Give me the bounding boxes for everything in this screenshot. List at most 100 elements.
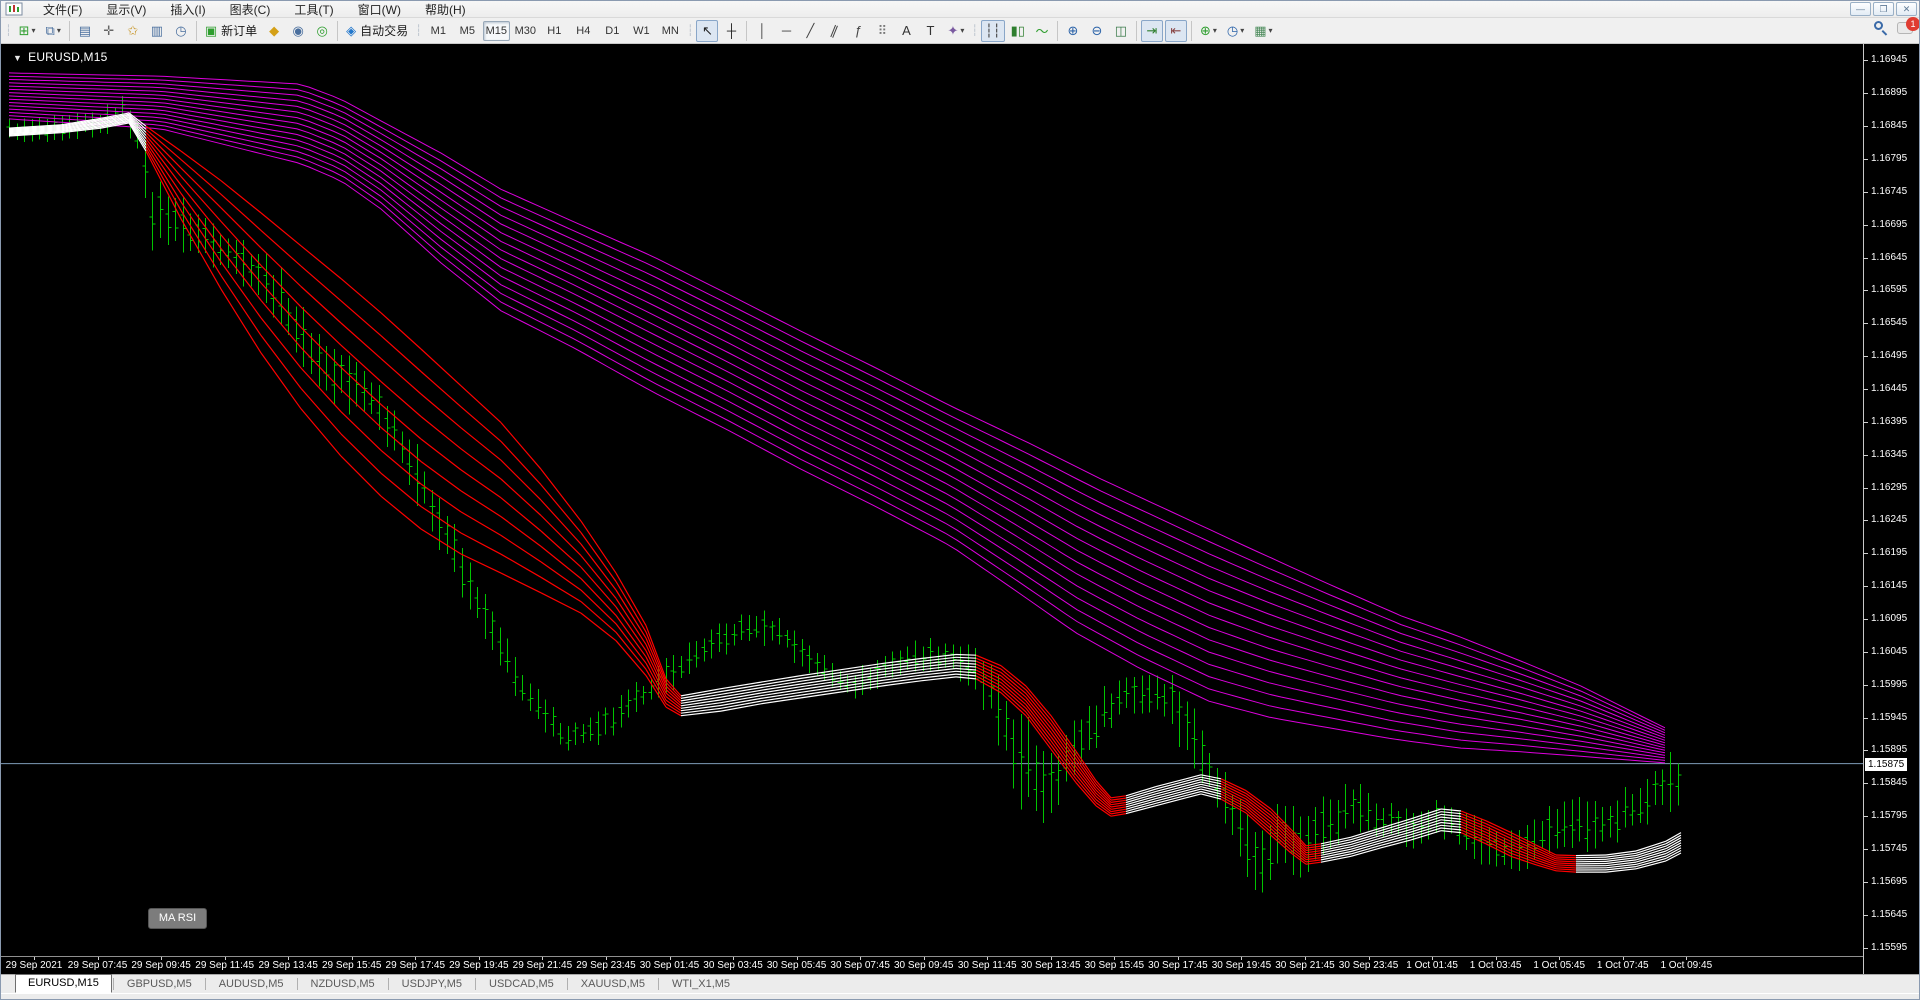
indicators-icon[interactable]: ⊕ ▾ xyxy=(1196,20,1221,42)
close-button[interactable]: ✕ xyxy=(1896,2,1917,16)
new-order-icon[interactable]: ▣ 新订单 xyxy=(201,20,261,42)
timeframe-m30[interactable]: M30 xyxy=(512,21,539,41)
label-icon[interactable]: T xyxy=(919,20,941,42)
fast-ma-ribbon-segment xyxy=(1110,795,1127,799)
terminal-icon[interactable]: ▥ xyxy=(146,20,168,42)
metaeditor-icon[interactable]: ◆ xyxy=(263,20,285,42)
tab-usdcad[interactable]: USDCAD,M5 xyxy=(477,976,566,993)
symbol-label[interactable]: ▼ EURUSD,M15 xyxy=(13,50,107,64)
menu-5[interactable]: 窗口(W) xyxy=(346,2,413,18)
chart-plot[interactable] xyxy=(1,45,1863,956)
ma-rsi-button[interactable]: MA RSI xyxy=(148,908,207,929)
timeframe-m5[interactable]: M5 xyxy=(454,21,481,41)
new-chart-icon[interactable]: ⊞ ▾ xyxy=(15,20,40,42)
fibonacci-icon[interactable]: ƒ xyxy=(847,20,869,42)
bar-chart-icon[interactable]: ┆┆ xyxy=(980,19,1005,42)
auto-scroll-icon[interactable]: ⇥ xyxy=(1140,19,1163,42)
timeframe-h1[interactable]: H1 xyxy=(541,21,568,41)
fast-ma-ribbon-segment xyxy=(220,288,262,354)
menu-2[interactable]: 插入(I) xyxy=(158,2,217,18)
toolbar-separator xyxy=(1056,20,1058,41)
horizontal-line-icon[interactable]: ─ xyxy=(775,20,797,42)
price-tick xyxy=(1863,783,1868,785)
new-chart-icon: ⊞ xyxy=(18,22,30,38)
templates-icon[interactable]: ▦ ▾ xyxy=(1250,20,1276,42)
fast-ma-ribbon-segment xyxy=(1350,839,1382,850)
chat-icon[interactable]: 1 xyxy=(1897,16,1919,34)
tab-xauusd[interactable]: XAUUSD,M5 xyxy=(569,976,657,993)
strategy-tester-icon[interactable]: ◷ xyxy=(170,20,192,42)
menu-6[interactable]: 帮助(H) xyxy=(413,2,478,18)
price-label: 1.16495 xyxy=(1871,350,1908,362)
signals-icon[interactable]: ◎ xyxy=(311,20,333,42)
tile-windows-icon[interactable]: ◫ xyxy=(1110,20,1132,42)
profiles-icon[interactable]: ⧉ ▾ xyxy=(42,20,65,42)
tab-usdjpy[interactable]: USDJPY,M5 xyxy=(390,976,474,993)
tab-wti_x1[interactable]: WTI_X1,M5 xyxy=(660,976,742,993)
channel-icon[interactable]: ∥ xyxy=(823,20,845,42)
tab-audusd[interactable]: AUDUSD,M5 xyxy=(207,976,296,993)
tab-divider xyxy=(296,978,298,990)
menu-3[interactable]: 图表(C) xyxy=(218,2,283,18)
status-bar xyxy=(1,993,1919,999)
tab-eurusd[interactable]: EURUSD,M15 xyxy=(15,974,112,993)
periods-icon: ◷ xyxy=(1226,22,1239,38)
tab-nzdusd[interactable]: NZDUSD,M5 xyxy=(299,976,387,993)
line-chart-icon[interactable]: 〜 xyxy=(1031,20,1053,42)
time-label: 30 Sep 05:45 xyxy=(766,960,827,971)
vertical-line-icon[interactable]: │ xyxy=(751,20,773,42)
timeframe-w1[interactable]: W1 xyxy=(628,21,655,41)
fast-ma-ribbon-segment xyxy=(880,674,922,682)
navigator-icon[interactable]: ✩ xyxy=(122,20,144,42)
time-label: 30 Sep 07:45 xyxy=(830,960,890,971)
fast-ma-ribbon-segment xyxy=(340,411,382,451)
zoom-out-icon[interactable]: ⊖ xyxy=(1086,20,1108,42)
minimize-button[interactable]: — xyxy=(1850,2,1871,16)
cursor-icon[interactable]: ↖ xyxy=(696,19,719,42)
zoom-in-icon[interactable]: ⊕ xyxy=(1062,20,1084,42)
search-icon[interactable] xyxy=(1874,21,1888,36)
slow-ma-ribbon-line xyxy=(8,95,1666,746)
fast-ma-ribbon-segment xyxy=(540,592,582,614)
profiles-icon: ⧉ xyxy=(45,22,55,38)
cycle-lines-icon[interactable]: ⠿ xyxy=(871,20,893,42)
chart-area[interactable]: ▼ EURUSD,M15 MA RSI 1.16945 1.16895 1.16845… xyxy=(1,44,1919,974)
time-label: 29 Sep 09:45 xyxy=(131,960,191,971)
fast-ma-ribbon-segment xyxy=(975,663,1002,677)
fast-ma-ribbon-segment xyxy=(1460,821,1487,833)
text-icon[interactable]: A xyxy=(895,20,917,42)
market-watch-icon[interactable]: ▤ xyxy=(74,20,96,42)
fast-ma-ribbon-segment xyxy=(840,668,882,676)
periods-icon[interactable]: ◷ ▾ xyxy=(1223,20,1248,42)
chart-window-icon[interactable]: ◉ xyxy=(287,20,309,42)
time-label: 29 Sep 11:45 xyxy=(195,960,255,971)
data-window-icon: ✛ xyxy=(103,22,115,38)
fast-ma-ribbon-segment xyxy=(1350,832,1382,843)
tab-gbpusd[interactable]: GBPUSD,M5 xyxy=(115,976,204,993)
timeframe-d1[interactable]: D1 xyxy=(599,21,626,41)
timeframe-m1[interactable]: M1 xyxy=(425,21,452,41)
crosshair-icon[interactable]: ┼ xyxy=(720,20,742,42)
fast-ma-ribbon-segment xyxy=(1125,793,1157,804)
trendline-icon[interactable]: ╱ xyxy=(799,20,821,42)
menu-0[interactable]: 文件(F) xyxy=(31,2,94,18)
new-order-label: 新订单 xyxy=(221,24,258,38)
toolbar-grip: ┆ xyxy=(686,25,694,37)
arrows-icon[interactable]: ✦ ▾ xyxy=(943,20,968,42)
time-label: 29 Sep 19:45 xyxy=(449,960,509,971)
autotrade-icon[interactable]: ◈ 自动交易 xyxy=(342,20,412,42)
bar-chart-icon: ┆┆ xyxy=(984,22,1001,38)
timeframe-m15[interactable]: M15 xyxy=(482,20,510,41)
menu-1[interactable]: 显示(V) xyxy=(94,2,158,18)
price-tick xyxy=(1863,224,1868,226)
data-window-icon[interactable]: ✛ xyxy=(98,20,120,42)
fast-ma-ribbon-segment xyxy=(460,553,502,574)
chart-shift-icon[interactable]: ⇤ xyxy=(1164,19,1187,42)
candlestick-chart-icon[interactable]: ▮▯ xyxy=(1007,20,1029,42)
restore-button[interactable]: ❐ xyxy=(1873,2,1894,16)
dropdown-arrow-icon: ▾ xyxy=(960,26,965,35)
timeframe-h4[interactable]: H4 xyxy=(570,21,597,41)
timeframe-mn[interactable]: MN xyxy=(657,21,684,41)
menu-4[interactable]: 工具(T) xyxy=(282,2,345,18)
time-axis[interactable]: 29 Sep 2021 29 Sep 07:45 29 Sep 09:45 29 Se… xyxy=(1,956,1863,974)
